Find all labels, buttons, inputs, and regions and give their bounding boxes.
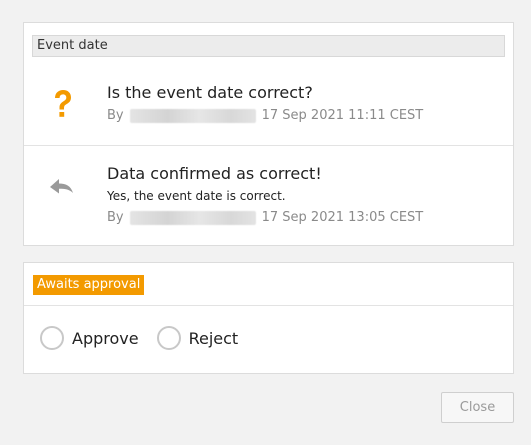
status-badge: Awaits approval xyxy=(33,275,145,295)
comment-timestamp: 17 Sep 2021 13:05 CEST xyxy=(261,210,424,225)
redacted-author-name xyxy=(129,108,256,123)
comment-dialog: Event date Is the event date correct? By… xyxy=(0,0,531,445)
comment-title: Is the event date correct? xyxy=(107,83,313,102)
comment-meta: By 17 Sep 2021 11:11 CEST xyxy=(107,108,423,123)
reject-radio[interactable] xyxy=(156,326,181,350)
comments-panel: Event date Is the event date correct? By… xyxy=(23,22,514,246)
comment-title: Data confirmed as correct! xyxy=(107,164,322,183)
comment-item: Is the event date correct? By 17 Sep 202… xyxy=(24,64,513,146)
reject-radio-option[interactable]: Reject xyxy=(156,326,239,350)
redacted-author-name xyxy=(129,210,256,225)
comment-body: Yes, the event date is correct. xyxy=(107,189,286,203)
by-label: By xyxy=(107,210,124,225)
by-label: By xyxy=(107,108,124,123)
approve-label[interactable]: Approve xyxy=(72,329,139,348)
section-title: Event date xyxy=(32,35,505,57)
reply-arrow-icon xyxy=(46,171,78,203)
approval-header: Awaits approval xyxy=(24,263,513,306)
comment-item: Data confirmed as correct! Yes, the even… xyxy=(24,146,513,246)
question-mark-icon xyxy=(46,88,78,120)
comment-meta: By 17 Sep 2021 13:05 CEST xyxy=(107,210,423,225)
reject-label[interactable]: Reject xyxy=(189,329,239,348)
approval-panel: Awaits approval Approve Reject xyxy=(23,262,514,374)
close-button[interactable]: Close xyxy=(441,392,514,423)
comment-timestamp: 17 Sep 2021 11:11 CEST xyxy=(261,108,424,123)
approve-radio[interactable] xyxy=(40,326,64,350)
approve-radio-option[interactable]: Approve xyxy=(40,326,139,350)
approval-options: Approve Reject xyxy=(40,326,256,350)
